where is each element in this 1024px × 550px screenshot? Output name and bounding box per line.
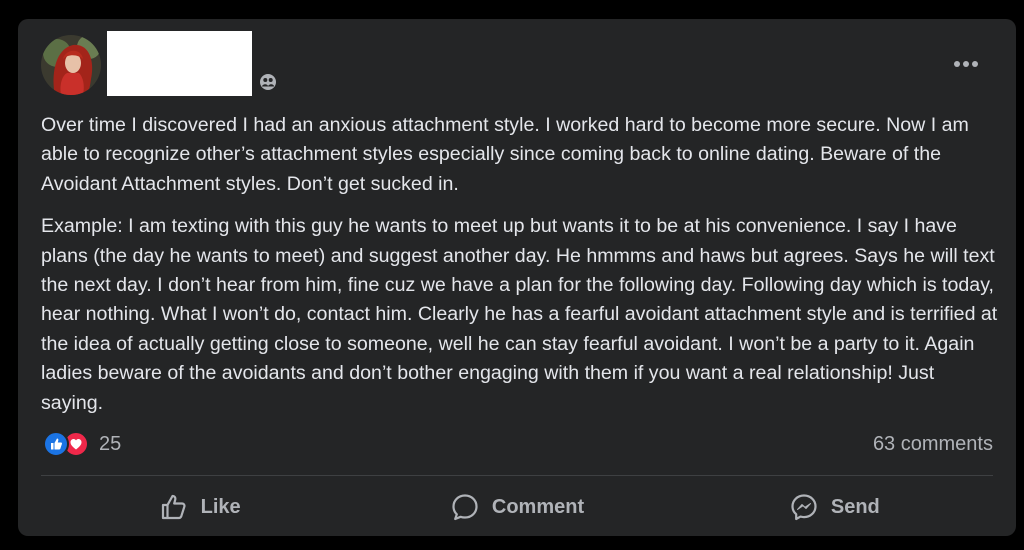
like-reaction-icon [43,431,69,457]
avatar-image [41,35,101,95]
more-horizontal-icon [954,61,978,67]
like-button[interactable]: Like [41,485,358,529]
post-card: Over time I discovered I had an anxious … [18,19,1016,536]
avatar[interactable] [41,35,101,95]
post-actions-bar: Like Comment Send [41,485,993,529]
comments-count-link[interactable]: 63 comments [873,433,993,456]
comment-bubble-icon [452,494,478,521]
comment-button[interactable]: Comment [358,485,675,529]
reaction-count: 25 [99,432,122,455]
send-button[interactable]: Send [676,485,993,529]
messenger-icon [791,494,817,521]
reactions-summary[interactable]: 25 [43,431,121,457]
send-label: Send [830,495,880,518]
redacted-author-name [107,31,252,96]
thumbs-up-icon [161,494,186,520]
post-paragraph: Example: I am texting with this guy he w… [41,215,998,414]
like-label: Like [200,495,241,518]
friends-audience-icon[interactable] [259,73,277,91]
comment-label: Comment [491,495,585,518]
more-options-button[interactable] [946,49,986,79]
post-text: Over time I discovered I had an anxious … [41,111,1001,431]
actions-divider [41,475,993,476]
post-paragraph: Over time I discovered I had an anxious … [41,114,969,195]
